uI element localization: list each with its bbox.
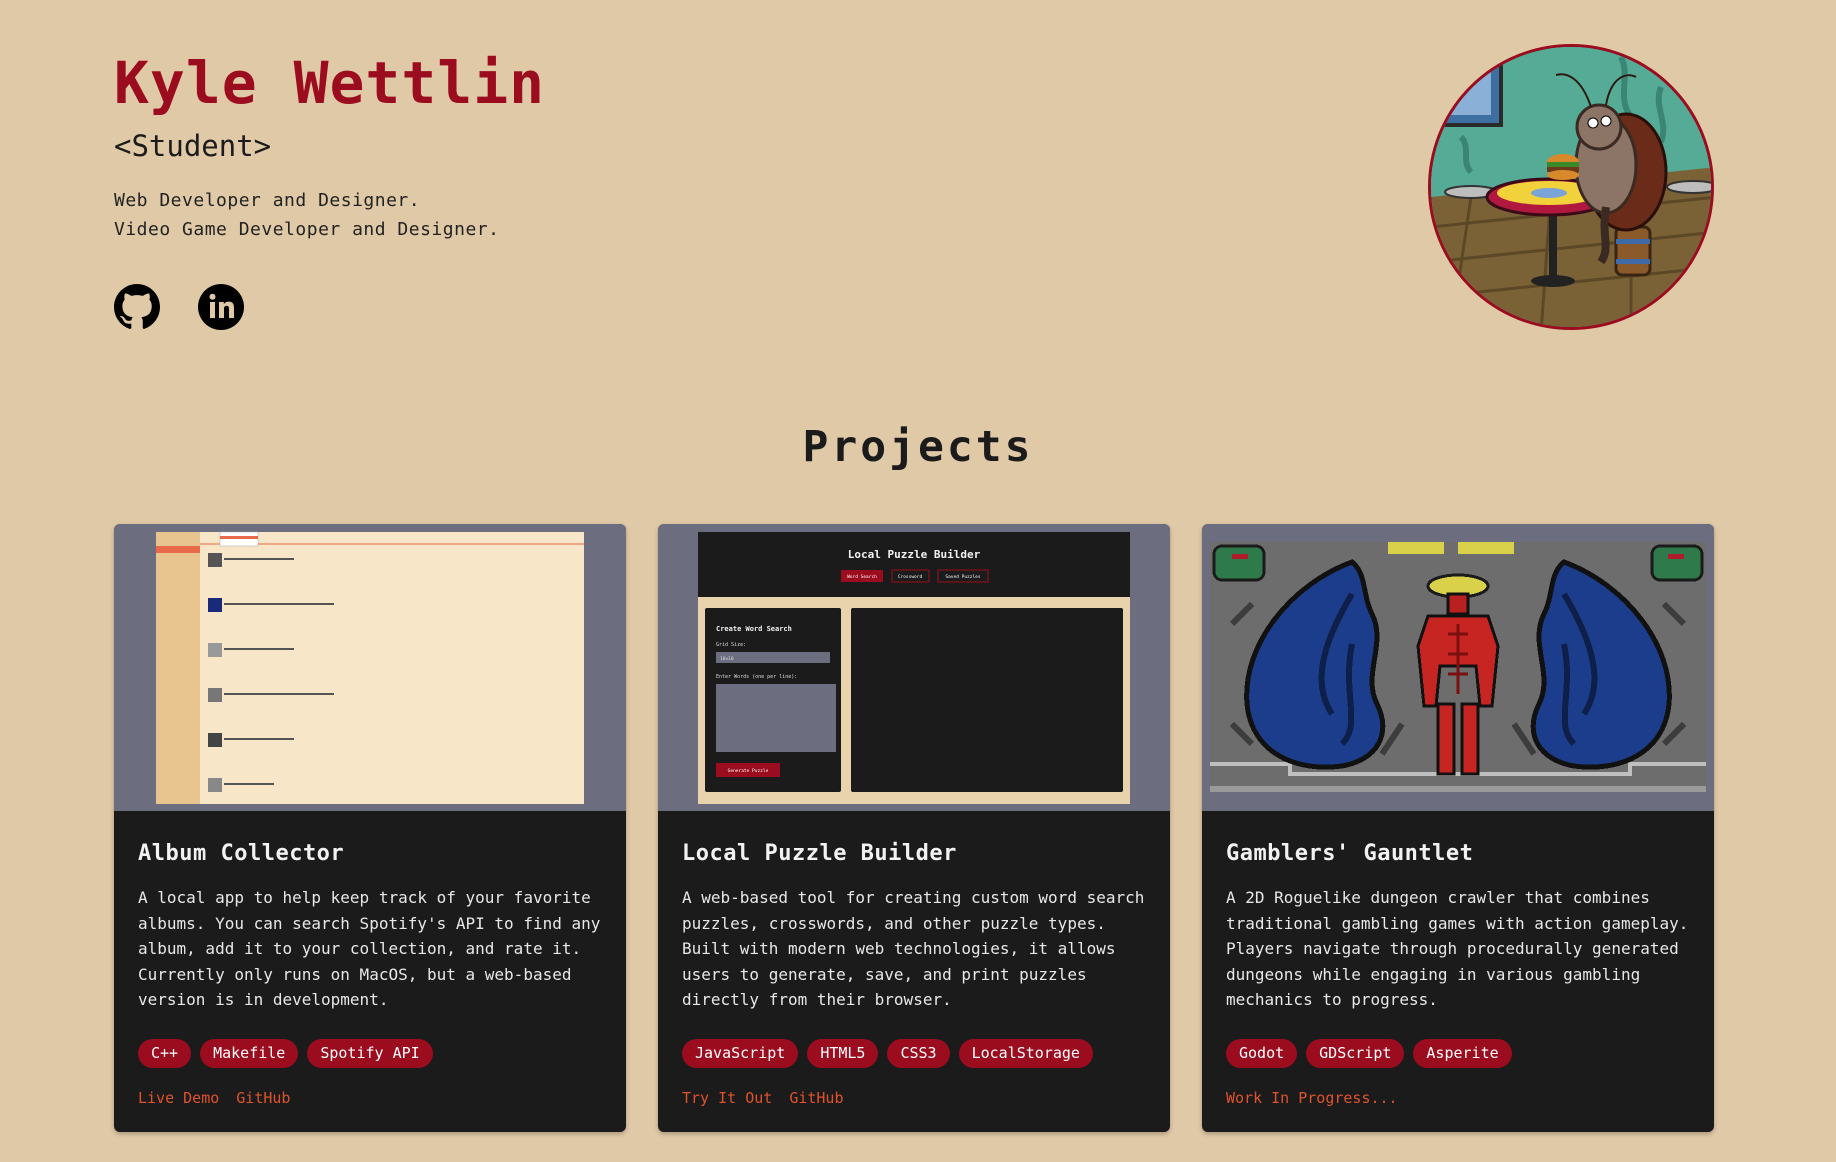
linkedin-icon[interactable] (198, 284, 244, 330)
tech-tag: Asperite (1413, 1039, 1512, 1068)
project-cards: Album Collector A local app to help keep… (114, 524, 1714, 1132)
card-body: Gamblers' Gauntlet A 2D Roguelike dungeo… (1202, 811, 1714, 1107)
tech-tag: C++ (138, 1039, 192, 1068)
avatar (1428, 44, 1714, 330)
tech-tag: Spotify API (307, 1039, 433, 1068)
card-description: A local app to help keep track of your f… (138, 888, 601, 1009)
tagline: Web Developer and Designer. Video Game D… (114, 186, 814, 244)
card-links: Try It Out GitHub (682, 1089, 1146, 1107)
card-title: Album Collector (138, 841, 345, 866)
hero-section: Kyle Wettlin <Student> Web Developer and… (114, 48, 814, 330)
tech-tag: CSS3 (887, 1039, 950, 1068)
tech-tag: LocalStorage (958, 1039, 1093, 1068)
card-description: A 2D Roguelike dungeon crawler that comb… (1226, 888, 1689, 1009)
tech-tag: HTML5 (807, 1039, 879, 1068)
preview-grid-value: 10x10 (720, 656, 734, 662)
project-card-album-collector: Album Collector A local app to help keep… (114, 524, 626, 1132)
preview-grid-label: Grid Size: (716, 642, 746, 648)
card-links: Live Demo GitHub (138, 1089, 602, 1107)
tech-tag: GDScript (1306, 1039, 1405, 1068)
card-body: Local Puzzle Builder A web-based tool fo… (658, 811, 1170, 1107)
preview-tab: Crossword (898, 574, 923, 580)
github-icon[interactable] (114, 284, 160, 330)
project-thumbnail (114, 524, 626, 811)
social-links (114, 284, 814, 330)
card-body: Album Collector A local app to help keep… (114, 811, 626, 1107)
preview-heading: Local Puzzle Builder (848, 548, 981, 561)
role-subtitle: <Student> (114, 129, 272, 163)
preview-panel-title: Create Word Search (716, 625, 792, 633)
project-thumbnail (1202, 524, 1714, 811)
preview-button: Generate Puzzle (728, 768, 769, 774)
tech-tag: Makefile (200, 1039, 299, 1068)
projects-heading: Projects (802, 422, 1034, 472)
card-links: Work In Progress... (1226, 1089, 1690, 1107)
status-text: Work In Progress... (1226, 1089, 1398, 1107)
preview-tab: Saved Puzzles (945, 574, 981, 580)
card-description: A web-based tool for creating custom wor… (682, 888, 1145, 1009)
tech-tags: JavaScript HTML5 CSS3 LocalStorage (682, 1039, 1146, 1068)
tech-tags: C++ Makefile Spotify API (138, 1039, 602, 1068)
project-card-gamblers-gauntlet: Gamblers' Gauntlet A 2D Roguelike dungeo… (1202, 524, 1714, 1132)
tech-tag: Godot (1226, 1039, 1298, 1068)
preview-tab: Word Search (847, 574, 877, 580)
project-card-local-puzzle-builder: Local Puzzle Builder Word Search Crosswo… (658, 524, 1170, 1132)
tech-tag: JavaScript (682, 1039, 799, 1068)
github-link[interactable]: GitHub (236, 1089, 290, 1107)
page-title: Kyle Wettlin (114, 49, 546, 117)
github-link[interactable]: GitHub (789, 1089, 843, 1107)
preview-words-label: Enter Words (one per line): (716, 674, 797, 680)
card-title: Gamblers' Gauntlet (1226, 841, 1474, 866)
live-demo-link[interactable]: Live Demo (138, 1089, 219, 1107)
project-thumbnail: Local Puzzle Builder Word Search Crosswo… (658, 524, 1170, 811)
tagline-line: Web Developer and Designer. (114, 190, 421, 211)
card-title: Local Puzzle Builder (682, 841, 957, 866)
tagline-line: Video Game Developer and Designer. (114, 219, 500, 240)
portfolio-page: Kyle Wettlin <Student> Web Developer and… (0, 0, 1836, 1162)
try-it-out-link[interactable]: Try It Out (682, 1089, 772, 1107)
tech-tags: Godot GDScript Asperite (1226, 1039, 1690, 1068)
